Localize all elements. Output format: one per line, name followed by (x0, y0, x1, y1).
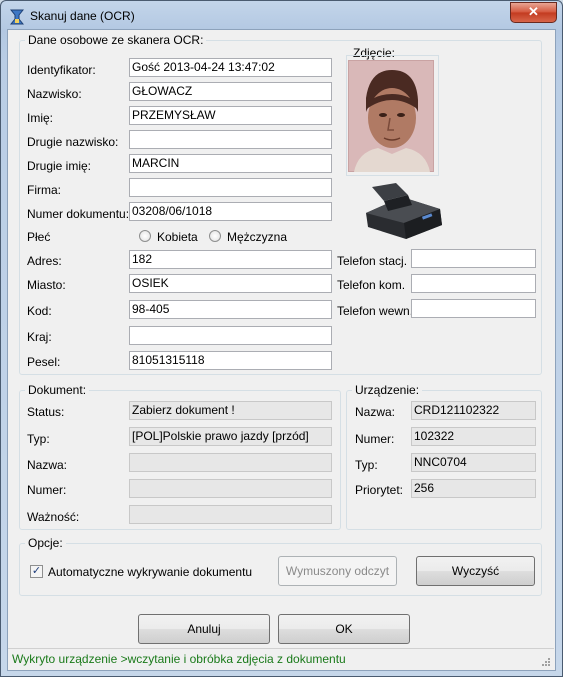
field-label: Typ: (27, 432, 50, 446)
close-icon: ✕ (528, 4, 539, 19)
address-field[interactable]: 182 (129, 250, 332, 269)
clear-button[interactable]: Wyczyść (416, 556, 535, 586)
identifier-field[interactable]: Gość 2013-04-24 13:47:02 (129, 58, 332, 77)
person-photo (348, 60, 434, 172)
field-label: Adres: (27, 254, 62, 268)
field-label: Nazwisko: (27, 87, 82, 101)
resize-grip-icon[interactable] (541, 657, 551, 667)
gender-female-label[interactable]: Kobieta (157, 230, 198, 244)
field-label: Drugie nazwisko: (27, 135, 119, 149)
field-label: Firma: (27, 183, 61, 197)
field-label: Status: (27, 405, 65, 419)
field-label: Kraj: (27, 330, 52, 344)
cancel-button[interactable]: Anuluj (138, 614, 270, 644)
gender-male-radio[interactable] (209, 230, 221, 242)
field-label: Kod: (27, 304, 52, 318)
country-field[interactable] (129, 326, 332, 345)
phone-label: Telefon wewn. (337, 304, 414, 318)
device-priority-field: 256 (411, 479, 536, 498)
scanner-app-icon (10, 9, 24, 25)
document-legend: Dokument: (25, 383, 90, 397)
middle-name-field[interactable]: MARCIN (129, 154, 332, 173)
device-name-field: CRD121102322 (411, 401, 536, 420)
forced-read-button[interactable]: Wymuszony odczyt (278, 556, 397, 586)
auto-detect-checkbox[interactable]: ✓ (30, 565, 43, 578)
gender-female-radio[interactable] (139, 230, 151, 242)
document-status-field: Zabierz dokument ! (129, 401, 332, 420)
options-legend: Opcje: (25, 536, 66, 550)
phone-label: Telefon kom. (337, 278, 406, 292)
field-label: Identyfikator: (27, 63, 96, 77)
field-label: Pesel: (27, 355, 61, 369)
second-surname-field[interactable] (129, 130, 332, 149)
status-text: Wykryto urządzenie >wczytanie i obróbka … (12, 652, 346, 666)
window-title: Skanuj dane (OCR) (30, 9, 135, 23)
surname-field[interactable]: GŁOWACZ (129, 82, 332, 101)
status-bar: Wykryto urządzenie >wczytanie i obróbka … (8, 648, 554, 670)
field-label: Miasto: (27, 278, 66, 292)
device-legend: Urządzenie: (352, 383, 423, 397)
field-label: Ważność: (27, 510, 80, 524)
personal-data-legend: Dane osobowe ze skanera OCR: (25, 33, 207, 47)
gender-male-label[interactable]: Mężczyzna (227, 230, 287, 244)
field-label: Imię: (27, 111, 54, 125)
field-label: Typ: (355, 458, 378, 472)
city-field[interactable]: OSIEK (129, 274, 332, 293)
document-number-field[interactable]: 03208/06/1018 (129, 202, 332, 221)
device-number-field: 102322 (411, 427, 536, 446)
device-type-field: NNC0704 (411, 453, 536, 472)
gender-label: Płeć (27, 230, 51, 244)
field-label: Numer dokumentu: (27, 207, 130, 221)
mobile-phone-field[interactable] (411, 274, 536, 293)
field-label: Priorytet: (355, 483, 404, 497)
title-bar[interactable]: Skanuj dane (OCR) ✕ (1, 1, 562, 31)
ok-button[interactable]: OK (278, 614, 410, 644)
phone-label: Telefon stacj. (337, 254, 408, 268)
auto-detect-label[interactable]: Automatyczne wykrywanie dokumentu (48, 565, 252, 579)
field-label: Drugie imię: (27, 159, 92, 173)
field-label: Nazwa: (355, 405, 396, 419)
field-label: Numer: (355, 432, 395, 446)
first-name-field[interactable]: PRZEMYSŁAW (129, 106, 332, 125)
field-label: Numer: (27, 483, 67, 497)
document-validity-field (129, 505, 332, 524)
document-number-readonly-field (129, 479, 332, 498)
document-name-field (129, 453, 332, 472)
close-button[interactable]: ✕ (510, 2, 557, 23)
extension-phone-field[interactable] (411, 299, 536, 318)
company-field[interactable] (129, 178, 332, 197)
pesel-field[interactable]: 81051315118 (129, 351, 332, 370)
field-label: Nazwa: (27, 458, 68, 472)
landline-phone-field[interactable] (411, 249, 536, 268)
postal-code-field[interactable]: 98-405 (129, 300, 332, 319)
document-type-field: [POL]Polskie prawo jazdy [przód] (129, 427, 332, 446)
scanner-device-image (366, 183, 442, 239)
